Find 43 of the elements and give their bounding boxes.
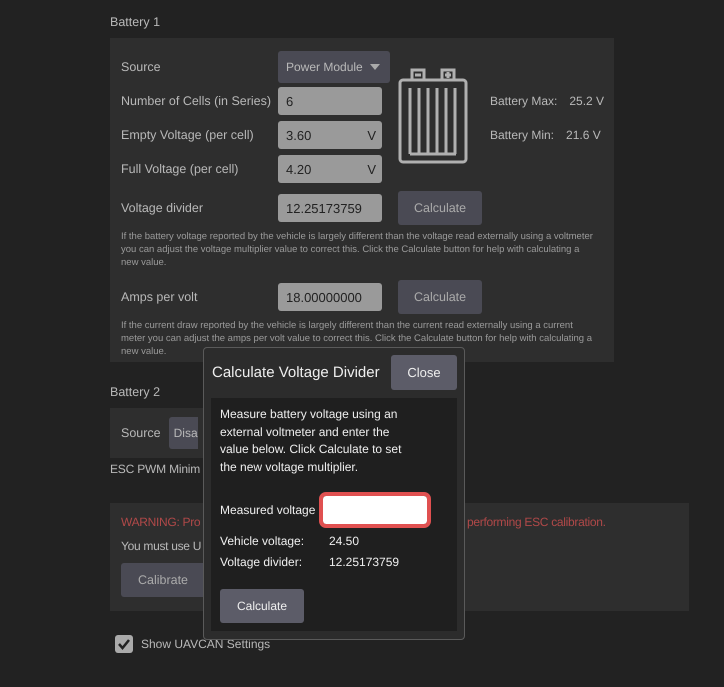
close-button[interactable]: Close: [391, 355, 457, 390]
input-field[interactable]: 6: [278, 87, 382, 115]
checkbox-label: Show UAVCAN Settings: [141, 637, 270, 651]
stat-label: Battery Min:: [490, 128, 554, 142]
calculate-button[interactable]: Calculate: [220, 589, 304, 623]
help-text: If the current draw reported by the vehicle is largely different than the current read externally using a current meter you can adjust the amps per volt value to correct this. Click the Calculate button for help with calculating a new value.: [121, 319, 594, 358]
calculate-button[interactable]: Calculate: [398, 191, 482, 225]
reading-label: Vehicle voltage:: [220, 534, 306, 548]
reading-value: 12.25173759: [329, 555, 400, 569]
instructions-text: Measure battery voltage using an external voltmeter and enter the value below. Click Calculate to set the new voltage multiplier.: [220, 406, 402, 476]
warning-text: WARNING: Pro: [121, 515, 202, 529]
section-title: ESC PWM Minim: [110, 461, 200, 478]
calibrate-button[interactable]: Calibrate: [121, 563, 205, 597]
checkbox[interactable]: [115, 635, 133, 653]
stat-label: Battery Max:: [490, 94, 558, 108]
field-label: Voltage divider: [121, 201, 204, 215]
battery-icon: [398, 68, 468, 164]
section-title: Battery 1: [110, 14, 160, 31]
caret-icon: [370, 64, 380, 70]
dialog-title: Calculate Voltage Divider: [211, 364, 380, 381]
help-text: If the battery voltage reported by the vehicle is largely different than the voltage read externally using a voltmeter you can adjust the voltage multiplier value to correct this. Click the Calculate button for help with calculating a new value.: [121, 230, 594, 269]
field-label: Source: [121, 426, 161, 440]
source-dropdown[interactable]: Power Module: [278, 51, 390, 83]
field-label: Empty Voltage (per cell): [121, 128, 255, 142]
reading-value: 24.50: [329, 534, 360, 548]
field-label: Source: [121, 60, 162, 74]
calculate-button[interactable]: Calculate: [398, 280, 482, 314]
field-label: Full Voltage (per cell): [121, 162, 240, 176]
stat-value: 21.6 V: [566, 128, 601, 142]
note-text: You must use U: [121, 539, 202, 553]
input-field[interactable]: 3.60 V: [278, 121, 382, 149]
input-field[interactable]: 18.00000000: [278, 283, 382, 311]
source-dropdown[interactable]: Disa: [168, 417, 198, 449]
field-label: Number of Cells (in Series): [121, 94, 272, 108]
reading-label: Voltage divider:: [220, 555, 304, 569]
field-label: Amps per volt: [121, 290, 198, 304]
stat-value: 25.2 V: [569, 94, 604, 108]
input-field[interactable]: 4.20 V: [278, 155, 382, 183]
section-title: Battery 2: [110, 384, 160, 401]
input-field[interactable]: [323, 496, 428, 524]
warning-text: performing ESC calibration.: [467, 515, 607, 529]
input-field[interactable]: 12.25173759: [278, 194, 382, 222]
field-label: Measured voltage: [220, 503, 316, 517]
